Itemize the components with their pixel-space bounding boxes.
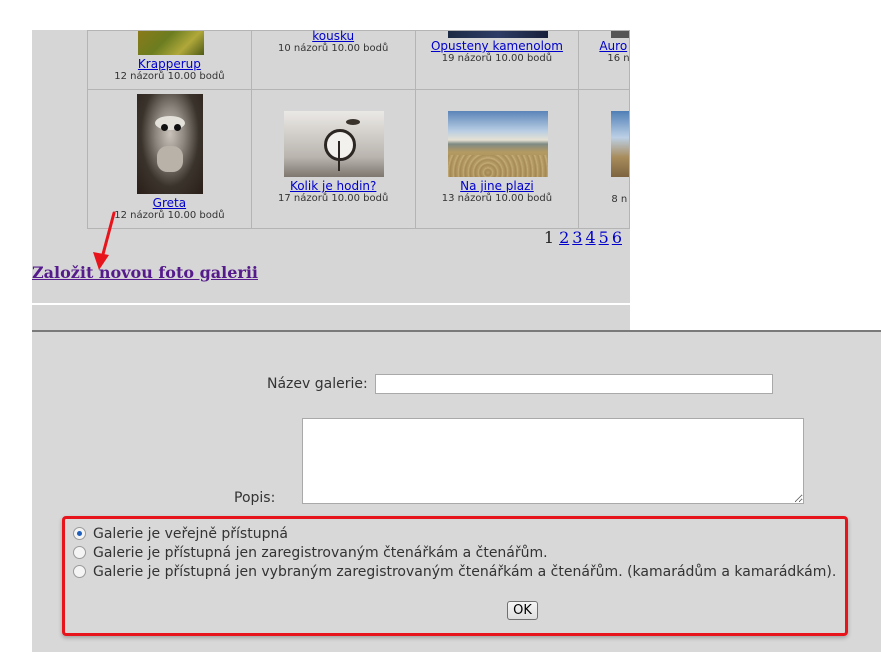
gallery-item-stats: 12 názorů 10.00 bodů	[114, 210, 225, 221]
gallery-name-label: Název galerie:	[267, 376, 368, 392]
gallery-row: Greta 12 názorů 10.00 bodů Kolik je hodi…	[87, 89, 630, 229]
pagination-page-link[interactable]: 3	[572, 228, 582, 247]
gallery-item-stats: 8 n	[611, 194, 628, 205]
gallery-item-stats: 17 názorů 10.00 bodů	[278, 193, 389, 204]
gallery-thumbnail[interactable]	[611, 111, 630, 177]
gallery-thumbnail[interactable]	[137, 94, 203, 194]
gallery-item-title[interactable]: Auro	[599, 39, 629, 53]
pagination: 123456	[544, 228, 622, 247]
access-option-label: Galerie je přístupná jen zaregistrovaným…	[93, 544, 548, 561]
gallery-item-stats: 12 názorů 10.00 bodů	[114, 71, 225, 82]
radio-button-checked[interactable]	[73, 527, 86, 540]
gallery-row: Krapperup 12 názorů 10.00 bodů kousku 10…	[87, 30, 630, 90]
access-option-public[interactable]: Galerie je veřejně přístupná	[73, 525, 288, 542]
gallery-item-stats: 10 názorů 10.00 bodů	[278, 43, 389, 54]
new-gallery-form: Název galerie: Popis: Galerie je veřejně…	[32, 330, 881, 652]
gallery-thumbnail[interactable]	[138, 31, 204, 55]
radio-button[interactable]	[73, 565, 86, 578]
gallery-item-title[interactable]: Krapperup	[88, 57, 251, 71]
gallery-grid: Krapperup 12 názorů 10.00 bodů kousku 10…	[87, 30, 630, 229]
gallery-item: Kolik je hodin? 17 názorů 10.00 bodů	[250, 89, 416, 229]
gallery-item-title[interactable]: Na jine plazi	[416, 179, 579, 193]
description-textarea[interactable]	[302, 418, 804, 504]
gallery-item: Greta 12 názorů 10.00 bodů	[87, 89, 252, 229]
gallery-item-stats: 19 názorů 10.00 bodů	[441, 53, 553, 64]
radio-button[interactable]	[73, 546, 86, 559]
gallery-item: Auro 16 n	[578, 30, 630, 90]
access-options-highlight: Galerie je veřejně přístupná Galerie je …	[62, 516, 848, 636]
gallery-listing-panel: Krapperup 12 názorů 10.00 bodů kousku 10…	[32, 30, 630, 330]
gallery-item-title[interactable]: Greta	[88, 196, 251, 210]
gallery-thumbnail[interactable]	[447, 31, 548, 38]
gallery-thumbnail[interactable]	[283, 111, 384, 177]
gallery-thumbnail[interactable]	[447, 111, 548, 177]
divider	[32, 303, 630, 305]
description-label: Popis:	[234, 490, 276, 506]
gallery-item: 8 n	[578, 89, 630, 229]
pagination-current-page: 1	[543, 228, 555, 247]
gallery-item: Opusteny kamenolom 19 názorů 10.00 bodů	[414, 30, 580, 90]
access-option-label: Galerie je veřejně přístupná	[93, 525, 288, 542]
gallery-item-stats: 16 n	[607, 53, 630, 64]
access-option-selected-friends[interactable]: Galerie je přístupná jen vybraným zaregi…	[73, 563, 836, 580]
gallery-item: Krapperup 12 názorů 10.00 bodů	[87, 30, 252, 90]
pagination-page-link[interactable]: 5	[599, 228, 609, 247]
gallery-item-stats: 13 názorů 10.00 bodů	[441, 193, 553, 204]
pagination-page-link[interactable]: 6	[612, 228, 622, 247]
gallery-item-title[interactable]: Opusteny kamenolom	[416, 39, 579, 53]
gallery-item: Na jine plazi 13 názorů 10.00 bodů	[414, 89, 580, 229]
gallery-item: kousku 10 názorů 10.00 bodů	[250, 30, 416, 90]
gallery-thumbnail[interactable]	[611, 31, 630, 38]
gallery-item-title[interactable]: Kolik je hodin?	[252, 179, 415, 193]
pagination-page-link[interactable]: 4	[585, 228, 595, 247]
ok-button[interactable]: OK	[507, 601, 538, 620]
access-option-label: Galerie je přístupná jen vybraným zaregi…	[93, 563, 837, 580]
access-option-registered[interactable]: Galerie je přístupná jen zaregistrovaným…	[73, 544, 548, 561]
pagination-page-link[interactable]: 2	[559, 228, 569, 247]
gallery-item-title[interactable]: kousku	[252, 30, 415, 43]
gallery-name-input[interactable]	[375, 374, 773, 394]
create-new-gallery-link[interactable]: Založit novou foto galerii	[32, 263, 258, 282]
